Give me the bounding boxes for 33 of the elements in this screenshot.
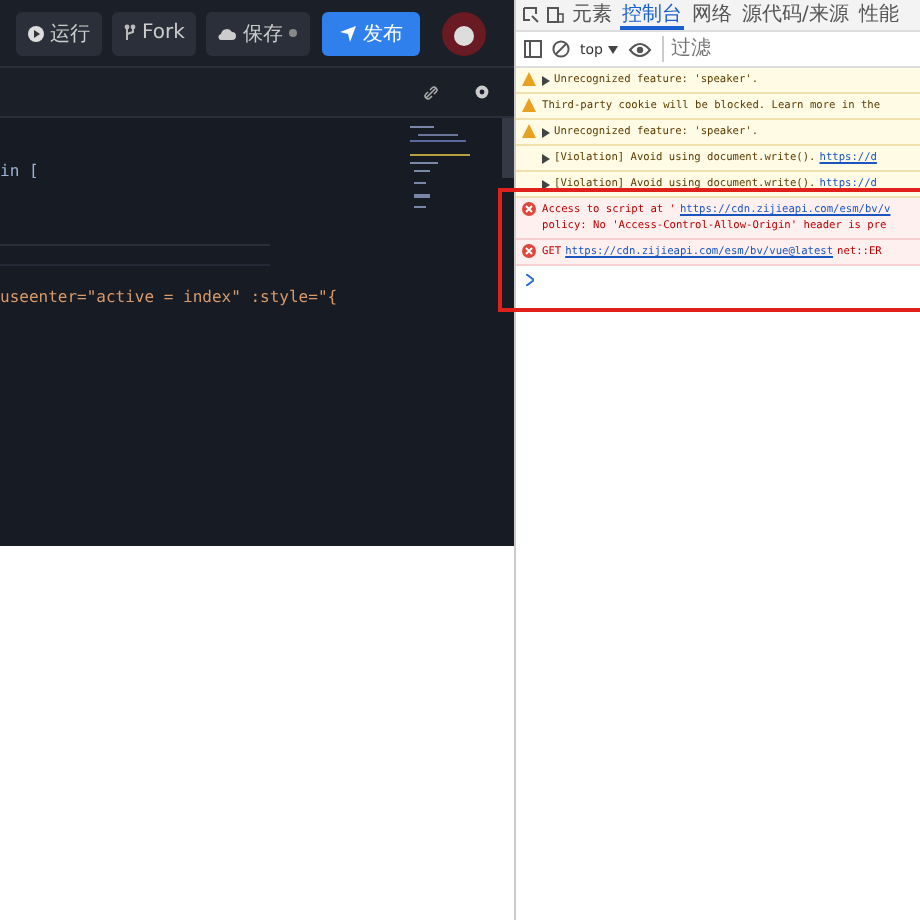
devtools-tab[interactable]: 控制台 [620, 0, 684, 30]
fork-icon [124, 24, 136, 42]
play-icon [28, 25, 44, 41]
expand-arrow-icon[interactable] [542, 127, 550, 137]
error-icon [522, 244, 536, 258]
expand-arrow-icon[interactable] [542, 75, 550, 85]
save-button[interactable]: 保存 [206, 11, 311, 55]
expand-arrow-icon[interactable] [542, 179, 550, 189]
scrollbar[interactable] [502, 118, 514, 178]
device-icon[interactable] [546, 6, 564, 24]
dropdown-caret-icon [608, 45, 619, 53]
expand-arrow-icon[interactable] [542, 153, 550, 163]
error-icon [522, 202, 536, 216]
prompt-icon[interactable] [526, 274, 534, 286]
send-icon [340, 25, 357, 41]
avatar-icon[interactable] [442, 11, 487, 55]
cloud-icon [218, 26, 237, 40]
inspect-icon[interactable] [522, 6, 540, 24]
eye-icon[interactable] [628, 41, 653, 57]
sidebar-icon[interactable] [524, 40, 542, 58]
fork-button[interactable]: Fork [112, 11, 197, 55]
publish-button[interactable]: 发布 [322, 11, 421, 55]
dot-icon [288, 28, 299, 38]
devtools-tab[interactable]: 源代码/来源 [740, 0, 851, 30]
code-line: useenter="active = index" :style="{ [0, 288, 340, 308]
devtools-tab[interactable]: 网络 [690, 0, 734, 30]
run-button[interactable]: 运行 [16, 11, 102, 55]
clear-icon[interactable] [552, 40, 570, 58]
settings-icon[interactable] [474, 84, 490, 100]
code-line: in [ [0, 162, 41, 182]
devtools-tab[interactable]: 性能 [856, 0, 901, 30]
devtools-tab[interactable]: 元素 [570, 0, 614, 30]
link-icon[interactable] [424, 85, 438, 99]
